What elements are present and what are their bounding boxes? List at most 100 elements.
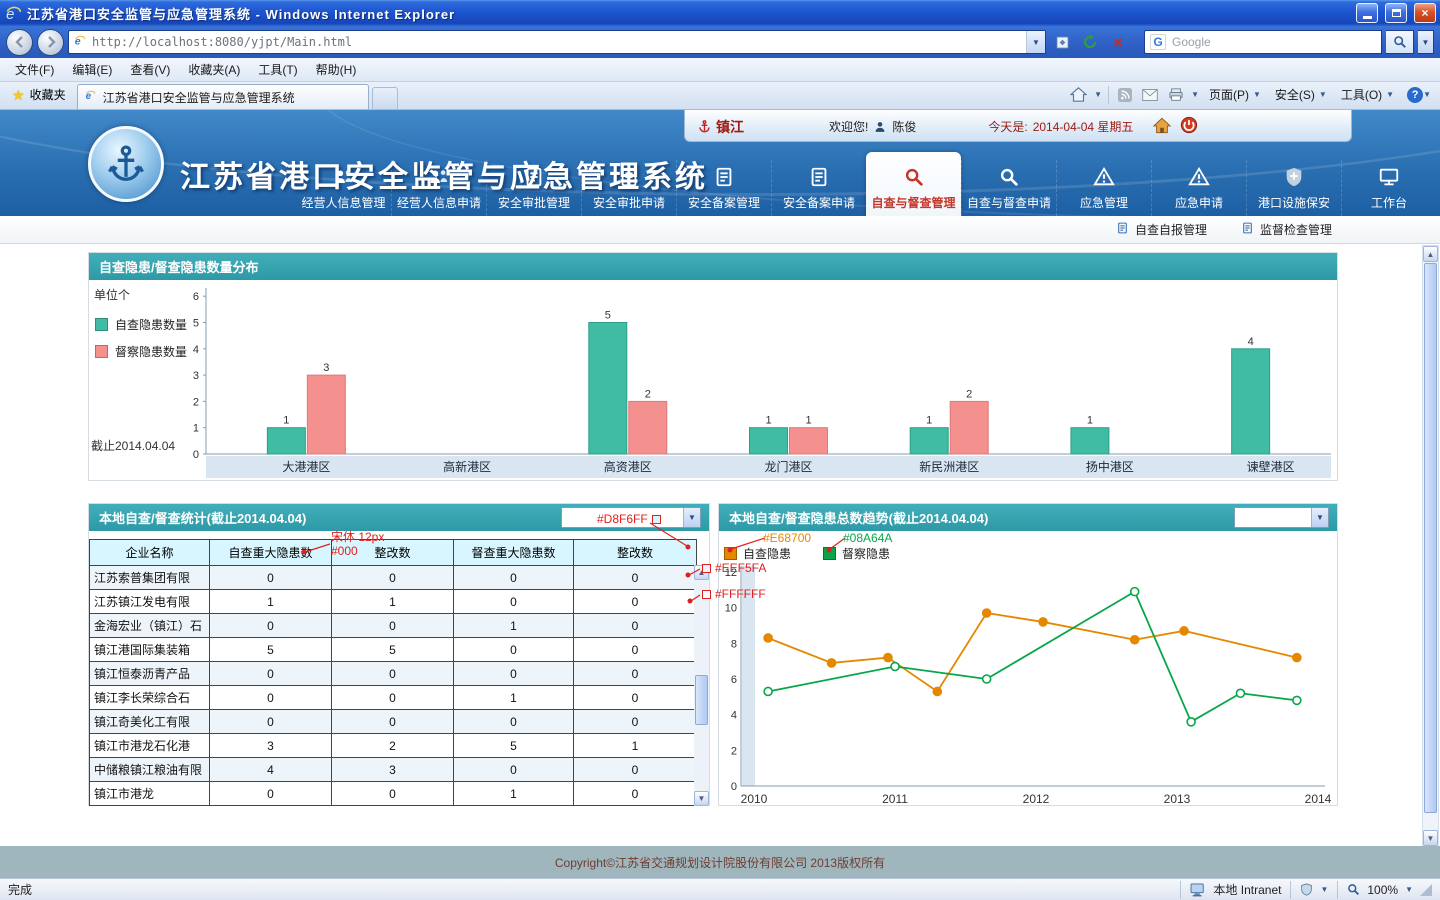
svg-text:2: 2: [193, 396, 199, 408]
menubar-item[interactable]: 文件(F): [6, 58, 63, 81]
logout-power-icon[interactable]: [1180, 116, 1198, 137]
forward-button[interactable]: [37, 29, 64, 56]
search-button[interactable]: [1386, 30, 1414, 54]
print-button[interactable]: [1165, 86, 1187, 104]
address-dropdown-arrow[interactable]: ▼: [1026, 31, 1045, 53]
zoom-dropdown-arrow[interactable]: ▼: [1405, 885, 1413, 894]
search-dropdown-arrow[interactable]: ▼: [1418, 30, 1434, 54]
svg-text:高资港区: 高资港区: [604, 459, 652, 474]
stop-button[interactable]: ×: [1106, 30, 1130, 54]
nav-item-安全备案申请[interactable]: 安全备案申请: [771, 160, 866, 216]
statistics-table-panel: 本地自查/督查统计(截止2014.04.04) ▼ 企业名称自查重大隐患数整改数…: [88, 503, 710, 806]
ie-icon: e: [4, 4, 22, 22]
search-box[interactable]: G Google: [1144, 30, 1382, 54]
table-row[interactable]: 镇江奇美化工有限0000: [90, 710, 697, 734]
table-row[interactable]: 江苏镇江发电有限1100: [90, 590, 697, 614]
scroll-down-arrow[interactable]: ▼: [1423, 830, 1438, 846]
browser-tab[interactable]: e 江苏省港口安全监管与应急管理系统: [77, 84, 369, 109]
table-row[interactable]: 中储粮镇江粮油有限4300: [90, 758, 697, 782]
dropdown-arrow-icon[interactable]: ▼: [1311, 508, 1328, 527]
nav-item-自查与督查申请[interactable]: 自查与督查申请: [961, 160, 1056, 216]
table-row[interactable]: 镇江市港龙0010: [90, 782, 697, 806]
read-mail-button[interactable]: [1139, 87, 1161, 103]
zoom-level[interactable]: 100%: [1367, 883, 1398, 897]
scroll-up-arrow[interactable]: ▲: [1423, 246, 1438, 262]
menubar-item[interactable]: 查看(V): [121, 58, 179, 81]
svg-text:4: 4: [1248, 336, 1254, 348]
back-button[interactable]: [6, 29, 33, 56]
nav-item-经营人信息申请[interactable]: 经营人信息申请: [391, 160, 486, 216]
compatibility-view-button[interactable]: [1050, 30, 1074, 54]
table-cell: 镇江港国际集装箱: [90, 638, 210, 662]
favorites-button[interactable]: ★ 收藏夹: [4, 82, 74, 109]
nav-item-安全审批申请[interactable]: 安全审批申请: [581, 160, 676, 216]
nav-item-工作台[interactable]: 工作台: [1341, 160, 1436, 216]
scroll-down-arrow[interactable]: ▼: [694, 791, 709, 806]
color-swatch: [702, 590, 711, 599]
close-button[interactable]: ×: [1414, 3, 1436, 23]
table-row[interactable]: 江苏索普集团有限0000: [90, 566, 697, 590]
toolbar-button[interactable]: 工具(O)▼: [1335, 83, 1400, 106]
svg-text:2014: 2014: [1305, 792, 1332, 806]
home-dropdown-arrow[interactable]: ▼: [1094, 90, 1102, 99]
trend-filter-dropdown[interactable]: ▼: [1234, 507, 1329, 528]
divider: [1337, 881, 1338, 899]
submenu-item-自查自报管理[interactable]: 自查自报管理: [1116, 221, 1207, 238]
divider: [1108, 86, 1109, 104]
nav-item-安全备案管理[interactable]: 安全备案管理: [676, 160, 771, 216]
table-cell: 0: [332, 782, 454, 806]
window-title: 江苏省港口安全监管与应急管理系统 - Windows Internet Expl…: [27, 4, 1349, 23]
new-tab-button[interactable]: [372, 87, 398, 109]
address-field[interactable]: e http://localhost:8080/yjpt/Main.html ▼: [68, 30, 1046, 54]
svg-text:2: 2: [645, 388, 651, 400]
menubar-item[interactable]: 编辑(E): [63, 58, 121, 81]
nav-item-港口设施保安[interactable]: 港口设施保安: [1246, 160, 1341, 216]
page-scrollbar[interactable]: ▲ ▼: [1422, 245, 1439, 847]
home-button[interactable]: [1067, 85, 1090, 104]
people-icon: [332, 166, 356, 191]
nav-item-安全审批管理[interactable]: 安全审批管理: [486, 160, 581, 216]
status-zone: 本地 Intranet: [1213, 881, 1281, 898]
menubar-item[interactable]: 帮助(H): [307, 58, 366, 81]
nav-item-经营人信息管理[interactable]: 经营人信息管理: [296, 160, 391, 216]
menubar-item[interactable]: 工具(T): [249, 58, 306, 81]
rss-feed-button[interactable]: [1115, 86, 1135, 104]
submenu-item-监督检查管理[interactable]: 监督检查管理: [1241, 221, 1332, 238]
table-row[interactable]: 镇江恒泰沥青产品0000: [90, 662, 697, 686]
table-cell: 0: [574, 590, 697, 614]
document-icon: [713, 166, 735, 191]
browser-toolbar: ▼ ▼ 页面(P)▼安全(S)▼工具(O)▼ ?▼: [1065, 83, 1436, 109]
nav-label: 经营人信息管理: [301, 194, 385, 211]
user-icon: [873, 120, 887, 134]
toolbar-button[interactable]: 页面(P)▼: [1203, 83, 1267, 106]
toolbar-button[interactable]: 安全(S)▼: [1269, 83, 1333, 106]
menubar-item[interactable]: 收藏夹(A): [179, 58, 249, 81]
svg-text:0: 0: [731, 781, 737, 793]
svg-text:1: 1: [765, 415, 771, 427]
refresh-button[interactable]: [1078, 30, 1102, 54]
table-row[interactable]: 金海宏业（镇江）石0010: [90, 614, 697, 638]
user-name[interactable]: 陈俊: [892, 118, 916, 135]
nav-item-应急管理[interactable]: 应急管理: [1056, 160, 1151, 216]
help-button[interactable]: ?▼: [1404, 85, 1434, 105]
table-cell: 0: [454, 590, 574, 614]
home-shortcut-icon[interactable]: [1153, 117, 1171, 137]
table-row[interactable]: 镇江市港龙石化港3251: [90, 734, 697, 758]
status-dropdown-arrow[interactable]: ▼: [1320, 885, 1328, 894]
tab-title: 江苏省港口安全监管与应急管理系统: [103, 89, 295, 106]
menu-bar: 文件(F)编辑(E)查看(V)收藏夹(A)工具(T)帮助(H): [0, 58, 1440, 82]
scroll-thumb[interactable]: [695, 675, 708, 725]
nav-item-自查与督查管理[interactable]: 自查与督查管理: [866, 152, 961, 216]
star-icon: ★: [12, 88, 25, 102]
table-header-row: 企业名称自查重大隐患数整改数督查重大隐患数整改数: [90, 540, 697, 566]
minimize-button[interactable]: [1356, 3, 1378, 23]
dropdown-arrow-icon[interactable]: ▼: [683, 508, 700, 527]
nav-item-应急申请[interactable]: 应急申请: [1151, 160, 1246, 216]
scroll-thumb[interactable]: [1424, 263, 1437, 813]
table-row[interactable]: 镇江港国际集装箱5500: [90, 638, 697, 662]
restore-button[interactable]: [1385, 3, 1407, 23]
resize-grip[interactable]: [1420, 884, 1432, 896]
table-row[interactable]: 镇江李长荣综合石0010: [90, 686, 697, 710]
table-scrollbar[interactable]: ▲ ▼: [694, 565, 709, 806]
print-dropdown-arrow[interactable]: ▼: [1191, 90, 1199, 99]
